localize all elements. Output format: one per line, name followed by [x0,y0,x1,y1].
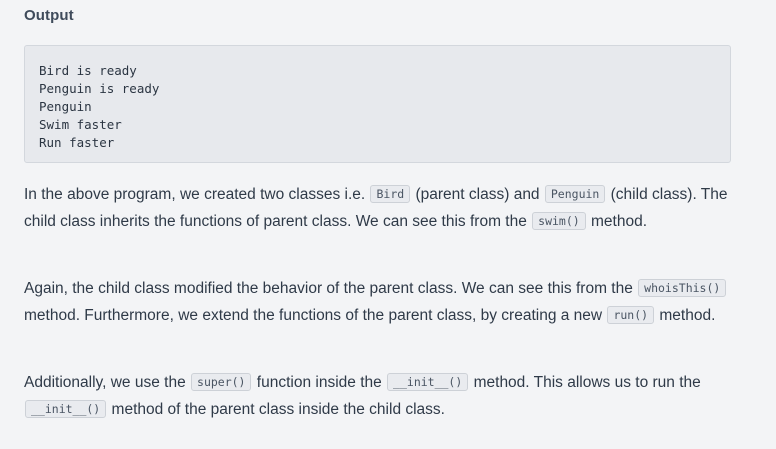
paragraph-classes: In the above program, we created two cla… [24,181,744,235]
inline-code-run: run() [607,306,655,324]
paragraph-text: method. This allows us to run the [469,374,701,391]
paragraph-text: Additionally, we use the [24,374,191,391]
paragraph-text: method. [655,307,716,324]
paragraph-text: method. Furthermore, we extend the funct… [24,307,607,324]
inline-code-super: super() [191,373,252,391]
output-text: Bird is ready Penguin is ready Penguin S… [39,63,160,150]
paragraph-text: method of the parent class inside the ch… [107,401,445,418]
paragraph-super: Additionally, we use the super() functio… [24,369,744,423]
inline-code-init: __init__() [25,400,107,418]
output-code-block: Bird is ready Penguin is ready Penguin S… [24,45,731,163]
inline-code-swim: swim() [532,212,586,230]
inline-code-init: __init__() [387,373,469,391]
paragraph-text: Again, the child class modified the beha… [24,280,638,297]
inline-code-whoisthis: whoisThis() [638,279,727,297]
paragraph-text: function inside the [252,374,387,391]
article-section: Output Bird is ready Penguin is ready Pe… [0,0,776,449]
output-heading: Output [24,7,74,24]
inline-code-bird: Bird [370,185,411,203]
paragraph-text: (parent class) and [411,186,544,203]
inline-code-penguin: Penguin [544,185,606,203]
paragraph-behavior: Again, the child class modified the beha… [24,275,744,329]
paragraph-text: method. [586,213,648,230]
paragraph-text: In the above program, we created two cla… [24,186,370,203]
